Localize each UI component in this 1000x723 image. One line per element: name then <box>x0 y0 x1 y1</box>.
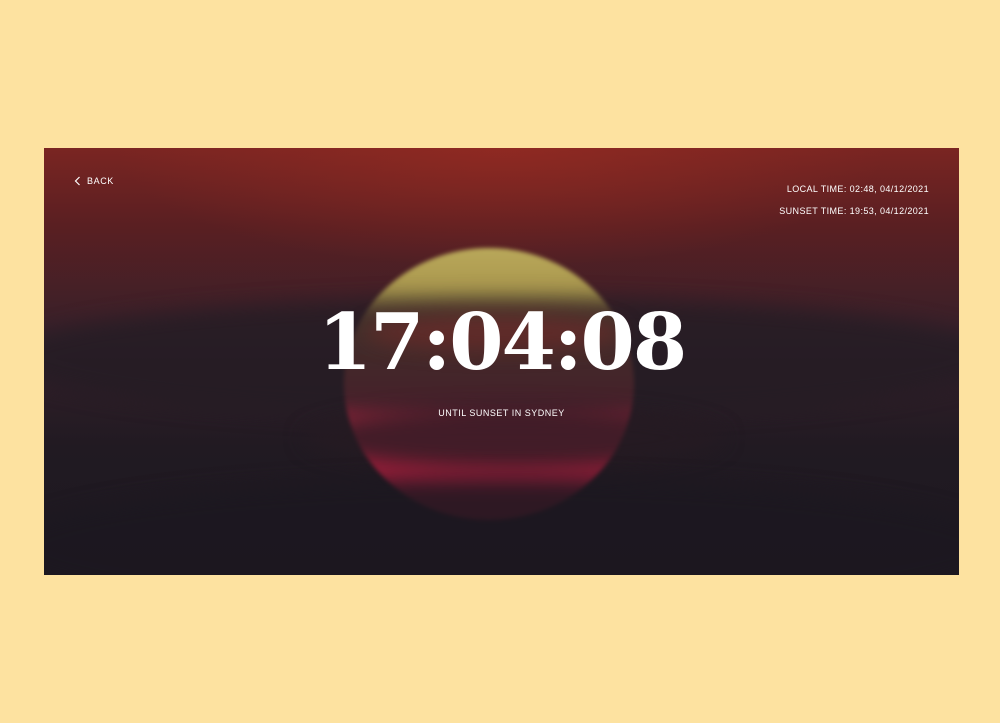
countdown-timer: 17:04:08 <box>317 297 687 388</box>
back-label: BACK <box>87 176 114 186</box>
countdown-caption: UNTIL SUNSET IN SYDNEY <box>438 408 565 418</box>
local-time: LOCAL TIME: 02:48, 04/12/2021 <box>786 184 929 194</box>
time-info: LOCAL TIME: 02:48, 04/12/2021 SUNSET TIM… <box>779 178 929 222</box>
sunset-time: SUNSET TIME: 19:53, 04/12/2021 <box>779 206 929 216</box>
sunset-hero: BACK LOCAL TIME: 02:48, 04/12/2021 SUNSE… <box>44 148 959 575</box>
chevron-left-icon <box>74 176 81 186</box>
back-button[interactable]: BACK <box>74 176 114 186</box>
